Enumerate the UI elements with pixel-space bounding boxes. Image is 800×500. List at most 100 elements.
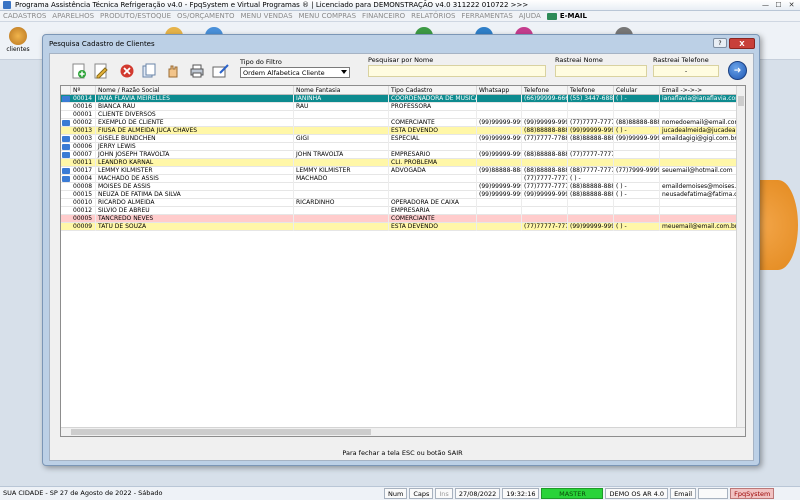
filter-type-label: Tipo do Filtro xyxy=(240,58,282,66)
cell-fantasy: IANINHA xyxy=(294,95,389,103)
filter-type-select[interactable]: Ordem Alfabetica Cliente xyxy=(240,67,350,78)
menu-email[interactable]: E-MAIL xyxy=(560,12,587,20)
menu-relatorios[interactable]: RELATÓRIOS xyxy=(411,12,455,20)
cell-mobile: ( ) - xyxy=(614,183,660,191)
cell-phone-1 xyxy=(522,143,568,151)
copy-client-button[interactable] xyxy=(138,60,160,82)
cell-phone-2 xyxy=(568,207,614,215)
maximize-icon[interactable]: ☐ xyxy=(772,0,785,10)
cell-number: 00011 xyxy=(71,159,96,167)
cell-name: MOISES DE ASSIS xyxy=(96,183,294,191)
menu-vendas[interactable]: MENU VENDAS xyxy=(241,12,293,20)
table-row[interactable]: 00004 MACHADO DE ASSIS MACHADO (77)7777-777… xyxy=(61,175,737,183)
menu-compras[interactable]: MENU COMPRAS xyxy=(299,12,357,20)
header-fantasy[interactable]: Nome Fantasia xyxy=(294,86,389,95)
table-row[interactable]: 00007 JOHN JOSEPH TRAVOLTA JOHN TRAVOLTA EM… xyxy=(61,151,737,159)
table-row[interactable]: 00002 EXEMPLO DE CLIENTE COMERCIANTE (99)99… xyxy=(61,119,737,127)
cell-fantasy xyxy=(294,111,389,119)
clientes-button[interactable]: clientes xyxy=(4,25,32,55)
cell-email: seuemail@hotmail.com xyxy=(660,167,737,175)
cell-type xyxy=(389,143,477,151)
menu-produto-estoque[interactable]: PRODUTO/ESTOQUE xyxy=(100,12,171,20)
clients-grid: Nº Nome / Razão Social Nome Fantasia Tip… xyxy=(60,85,746,437)
header-phone-2[interactable]: Telefone xyxy=(568,86,614,95)
track-name-input[interactable] xyxy=(555,65,647,77)
horizontal-scroll-thumb[interactable] xyxy=(71,429,371,435)
menu-aparelhos[interactable]: APARELHOS xyxy=(52,12,94,20)
cell-whatsapp xyxy=(477,159,522,167)
menu-os-orcamento[interactable]: OS/ORÇAMENTO xyxy=(177,12,235,20)
table-row[interactable]: 00009 TATU DE SOUZA ESTA DEVENDO (77)77777-… xyxy=(61,223,737,231)
search-name-input[interactable] xyxy=(368,65,546,77)
header-email[interactable]: Email ->->-> xyxy=(660,86,737,95)
cell-number: 00012 xyxy=(71,207,96,215)
cell-mobile xyxy=(614,199,660,207)
table-row[interactable]: 00003 GISELE BUNDCHEN GIGI ESPECIAL (99)9999… xyxy=(61,135,737,143)
menubar: CADASTROS APARELHOS PRODUTO/ESTOQUE OS/O… xyxy=(0,11,800,22)
table-row[interactable]: 00012 SILVIO DE ABREU EMPRESARIA xyxy=(61,207,737,215)
table-row[interactable]: 00010 RICARDO ALMEIDA RICARDINHO OPERADORA … xyxy=(61,199,737,207)
table-row[interactable]: 00008MOISES DE ASSIS (99)99999-9999(77)77… xyxy=(61,183,737,191)
cell-fantasy xyxy=(294,143,389,151)
cell-phone-2: (88)7777-7777 xyxy=(570,167,614,175)
table-row[interactable]: 00017 LEMMY KILMISTER LEMMY KILMISTER ADVOG… xyxy=(61,167,737,175)
cell-fantasy xyxy=(294,127,389,135)
close-window-icon[interactable]: ✕ xyxy=(785,0,798,10)
cell-phone-1: (88)88888-8888 xyxy=(524,127,568,135)
cell-whatsapp xyxy=(477,95,522,103)
delete-client-button[interactable] xyxy=(116,60,138,82)
header-type[interactable]: Tipo Cadastro xyxy=(389,86,477,95)
status-brand: FpqSystem xyxy=(730,488,775,499)
header-number[interactable]: Nº xyxy=(71,86,96,95)
menu-financeiro[interactable]: FINANCEIRO xyxy=(362,12,405,20)
header-whatsapp[interactable]: Whatsapp xyxy=(477,86,522,95)
header-phone-1[interactable]: Telefone xyxy=(522,86,568,95)
print-button[interactable] xyxy=(186,60,208,82)
table-row[interactable]: 00014 IANA FLAVIA MEIRELLES IANINHA COORDEN… xyxy=(61,95,737,103)
cell-email: emaildemoises@moises.com.br xyxy=(660,183,737,191)
hand-icon xyxy=(168,65,178,78)
menu-cadastros[interactable]: CADASTROS xyxy=(3,12,46,20)
cell-whatsapp xyxy=(477,111,522,119)
history-button[interactable] xyxy=(162,60,184,82)
table-row[interactable]: 00006 JERRY LEWIS xyxy=(61,143,737,151)
help-button[interactable]: ? xyxy=(713,38,727,48)
track-phone-input[interactable]: - xyxy=(653,65,719,77)
add-client-button[interactable] xyxy=(68,60,90,82)
cell-name: TATU DE SOUZA xyxy=(96,223,294,231)
header-mobile[interactable]: Celular xyxy=(614,86,660,95)
table-row[interactable]: 00005 TANCREDO NEVES COMERCIANTE xyxy=(61,215,737,223)
cell-name: JERRY LEWIS xyxy=(96,143,294,151)
table-row[interactable]: 00015 NEUZA DE FATIMA DA SILVA (99)99999-9… xyxy=(61,191,737,199)
cell-phone-1: (99)99999-9999 xyxy=(524,119,568,127)
table-row[interactable]: 00016 BIANCA RAU RAU PROFESSORA xyxy=(61,103,737,111)
vertical-scrollbar[interactable] xyxy=(736,86,745,429)
send-button[interactable] xyxy=(210,60,232,82)
edit-client-button[interactable] xyxy=(90,60,112,82)
table-row[interactable]: 00001 CLIENTE DIVERSOS xyxy=(61,111,737,119)
cell-number: 00003 xyxy=(71,135,96,143)
vertical-scroll-thumb[interactable] xyxy=(738,96,744,106)
cell-email: emaildagigi@gigi.com.br xyxy=(662,135,737,143)
minimize-icon[interactable]: — xyxy=(759,0,772,10)
table-row[interactable]: 00013 FIUSA DE ALMEIDA JUCA CHAVES ESTA DE… xyxy=(61,127,737,135)
cell-phone-1 xyxy=(522,159,568,167)
cell-fantasy: RICARDINHO xyxy=(294,199,389,207)
cell-mobile: ( ) - xyxy=(614,127,660,135)
cell-number: 00002 xyxy=(71,119,96,127)
search-go-button[interactable]: ➜ xyxy=(728,61,747,80)
window-controls: — ☐ ✕ xyxy=(759,0,798,11)
cell-type: COMERCIANTE xyxy=(389,215,477,223)
cell-number: 00004 xyxy=(71,175,96,183)
status-email[interactable]: Email xyxy=(670,488,697,499)
menu-ferramentas[interactable]: FERRAMENTAS xyxy=(461,12,512,20)
horizontal-scrollbar[interactable] xyxy=(61,427,745,436)
email-icon xyxy=(546,12,557,20)
menu-ajuda[interactable]: AJUDA xyxy=(519,12,541,20)
header-name[interactable]: Nome / Razão Social xyxy=(96,86,294,95)
cell-fantasy xyxy=(294,119,389,127)
cell-number: 00015 xyxy=(71,191,96,199)
table-row[interactable]: 00011 LEANDRO KARNAL CLI. PROBLEMA xyxy=(61,159,737,167)
dialog-close-button[interactable]: X xyxy=(729,38,755,49)
cell-number: 00007 xyxy=(71,151,96,159)
